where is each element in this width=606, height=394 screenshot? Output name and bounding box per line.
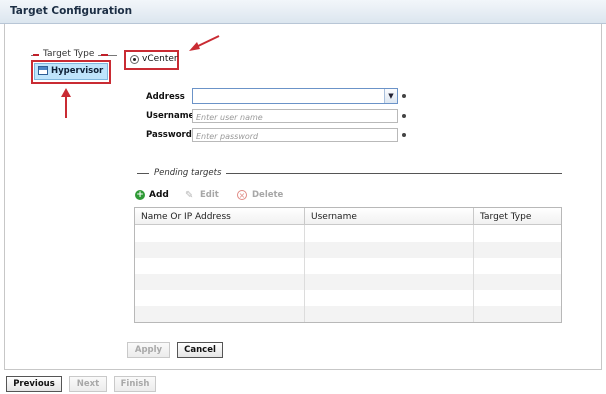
table-row — [135, 306, 561, 322]
chevron-down-icon[interactable]: ▼ — [384, 89, 397, 103]
table-row — [135, 242, 561, 258]
password-input[interactable]: Enter password — [192, 128, 398, 142]
add-icon[interactable]: + — [135, 190, 145, 200]
cancel-button[interactable]: Cancel — [177, 342, 223, 358]
password-label: Password — [146, 130, 192, 140]
red-arrow-annotation — [61, 35, 220, 118]
edit-icon: ✎ — [185, 190, 194, 201]
add-button[interactable]: Add — [149, 190, 169, 200]
address-combobox[interactable] — [192, 88, 398, 104]
delete-button[interactable]: Delete — [252, 190, 283, 200]
column-header-target-type[interactable]: Target Type — [474, 208, 561, 225]
previous-button[interactable]: Previous — [6, 376, 62, 392]
delete-icon: × — [237, 190, 247, 200]
column-header-username[interactable]: Username — [305, 208, 474, 225]
required-icon — [402, 94, 406, 98]
username-input[interactable]: Enter user name — [192, 109, 398, 123]
address-label: Address — [146, 92, 185, 102]
apply-button[interactable]: Apply — [127, 342, 170, 358]
column-divider — [473, 225, 474, 322]
pending-targets-legend: Pending targets — [149, 168, 227, 178]
next-button[interactable]: Next — [69, 376, 107, 392]
finish-button[interactable]: Finish — [114, 376, 156, 392]
column-header-name[interactable]: Name Or IP Address — [135, 208, 305, 225]
required-icon — [402, 114, 406, 118]
table-row — [135, 274, 561, 290]
edit-button[interactable]: Edit — [200, 190, 219, 200]
username-label: Username — [146, 111, 195, 121]
required-icon — [402, 133, 406, 137]
column-divider — [304, 225, 305, 322]
